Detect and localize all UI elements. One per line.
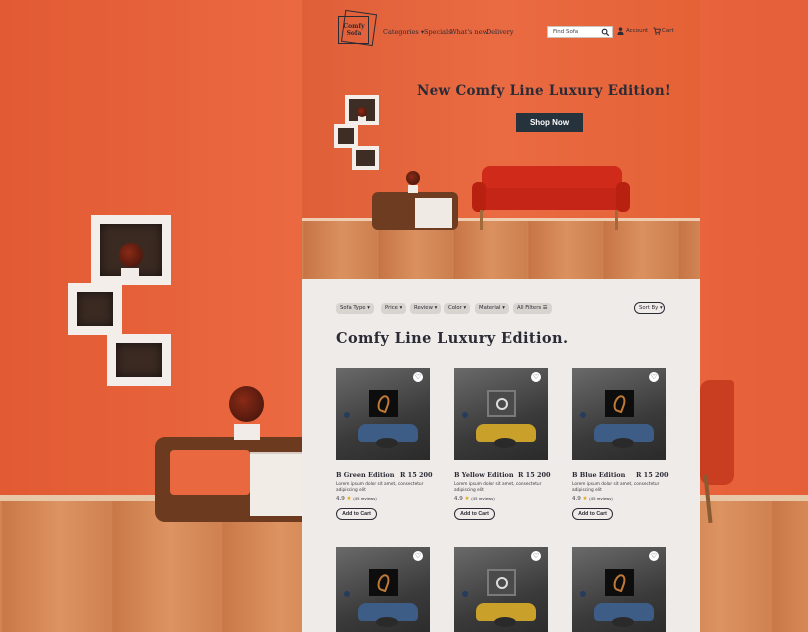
hero-plant-pot [408,185,418,193]
hero-plant [406,171,420,185]
rating-value: 4.9 [454,496,463,502]
hero-banner: Comfy Sofa Categories ▾ Specials What's … [302,0,700,279]
background-plant-pot [234,424,260,440]
account-link[interactable]: Account [626,28,648,34]
product-name[interactable]: B Green Edition [336,471,395,479]
background-cabinet-door [250,452,302,516]
filter-review[interactable]: Review ▾ [410,303,442,314]
background-plant [119,243,143,267]
product-name[interactable]: B Yellow Edition [454,471,514,479]
hero-sofa-arm [616,182,630,212]
product-rating: 4.9 ★ (45 reviews) [454,496,495,502]
side-table [612,617,634,627]
wall-art [487,390,516,417]
product-image[interactable]: ♡ [336,368,430,460]
hero-sofa-seat [474,188,628,210]
rating-value: 4.9 [572,496,581,502]
product-image[interactable]: ♡ [572,368,666,460]
section-title: Comfy Line Luxury Edition. [336,330,569,347]
nav-whats-new[interactable]: What's new [450,28,488,36]
site-logo[interactable]: Comfy Sofa [338,16,369,44]
product-price: R 15 200 [400,471,433,479]
background-plant-pot [121,268,139,280]
star-icon: ★ [346,496,352,502]
hero-floor [302,218,700,279]
heart-icon[interactable]: ♡ [649,372,659,382]
logo-text: Comfy Sofa [343,23,365,37]
background-cabinet-shelf [170,450,250,495]
add-to-cart-button[interactable]: Add to Cart [572,508,613,520]
lamp [462,412,468,418]
product-name[interactable]: B Blue Edition [572,471,625,479]
hero-shelf-box [334,124,358,148]
wall-art [605,390,634,417]
wall-art [487,569,516,596]
review-count: (45 reviews) [471,496,495,501]
add-to-cart-button[interactable]: Add to Cart [454,508,495,520]
side-table [612,438,634,448]
product-image[interactable]: ♡ [336,547,430,632]
cart-icon[interactable] [653,27,661,35]
nav-categories[interactable]: Categories ▾ [383,28,424,36]
review-count: (45 reviews) [353,496,377,501]
side-table [376,438,398,448]
product-price: R 15 200 [518,471,551,479]
filter-sofa-type[interactable]: Sofa Type ▾ [336,303,374,314]
background-plant [229,386,264,422]
lamp [344,412,350,418]
rating-value: 4.9 [336,496,345,502]
wall-art [369,569,398,596]
product-image[interactable]: ♡ [454,368,548,460]
heart-icon[interactable]: ♡ [413,372,423,382]
lamp [580,412,586,418]
shop-now-button[interactable]: Shop Now [516,113,583,132]
product-image[interactable]: ♡ [454,547,548,632]
side-table [494,438,516,448]
product-rating: 4.9 ★ (45 reviews) [336,496,377,502]
hero-shelf-box [352,146,379,170]
hero-sofa-arm [472,182,486,212]
account-icon[interactable] [617,27,624,35]
hero-sofa-leg [480,210,483,230]
product-description: Lorem ipsum dolor sit amet, consectetur … [572,482,660,493]
nav-delivery[interactable]: Delivery [486,28,514,36]
hero-cabinet-door [415,198,452,228]
wall-art [605,569,634,596]
wall-art [369,390,398,417]
sort-by-dropdown[interactable]: Sort By ▾ [634,302,665,314]
filter-all-filters[interactable]: All Filters ☰ [513,303,552,314]
lamp [344,591,350,597]
hero-title: New Comfy Line Luxury Edition! [417,83,672,99]
side-table [494,617,516,627]
side-table [376,617,398,627]
hero-plant [357,107,367,117]
filter-color[interactable]: Color ▾ [444,303,471,314]
star-icon: ★ [464,496,470,502]
background-chair [700,380,734,485]
lamp [462,591,468,597]
cart-link[interactable]: Cart [662,28,674,34]
filter-material[interactable]: Material ▾ [475,303,509,314]
hero-sofa-leg [615,210,618,230]
heart-icon[interactable]: ♡ [649,551,659,561]
product-description: Lorem ipsum dolor sit amet, consectetur … [336,482,424,493]
product-description: Lorem ipsum dolor sit amet, consectetur … [454,482,542,493]
website-page: Comfy Sofa Categories ▾ Specials What's … [302,0,700,632]
add-to-cart-button[interactable]: Add to Cart [336,508,377,520]
filter-price[interactable]: Price ▾ [381,303,407,314]
review-count: (45 reviews) [589,496,613,501]
nav-specials[interactable]: Specials [424,28,451,36]
product-rating: 4.9 ★ (45 reviews) [572,496,613,502]
search-icon[interactable] [601,28,610,37]
background-shelf-box [68,283,122,335]
star-icon: ★ [582,496,588,502]
lamp [580,591,586,597]
product-image[interactable]: ♡ [572,547,666,632]
heart-icon[interactable]: ♡ [413,551,423,561]
background-shelf-box [107,334,171,386]
heart-icon[interactable]: ♡ [531,551,541,561]
heart-icon[interactable]: ♡ [531,372,541,382]
product-price: R 15 200 [636,471,669,479]
